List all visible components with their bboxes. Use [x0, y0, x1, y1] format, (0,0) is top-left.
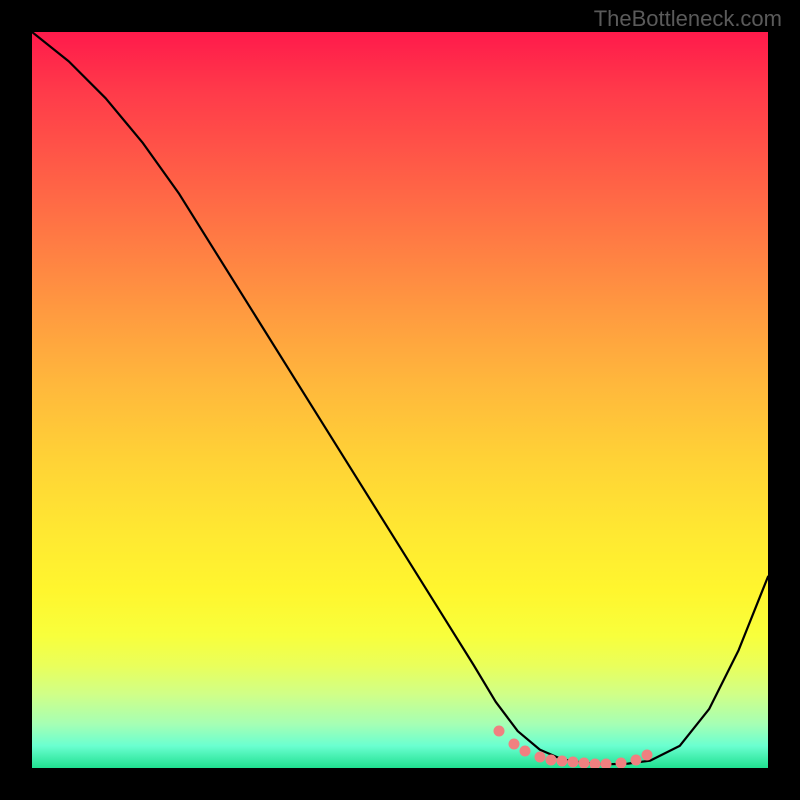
marker-dot [641, 750, 652, 761]
marker-dot [615, 757, 626, 768]
marker-dot [534, 751, 545, 762]
marker-dot [509, 738, 520, 749]
marker-dot [590, 758, 601, 768]
marker-dot [520, 746, 531, 757]
marker-dot [567, 757, 578, 768]
marker-dot [579, 758, 590, 768]
chart-marker-points [32, 32, 768, 768]
marker-dot [545, 754, 556, 765]
marker-dot [494, 726, 505, 737]
watermark-text: TheBottleneck.com [594, 6, 782, 32]
marker-dot [601, 758, 612, 768]
marker-dot [556, 756, 567, 767]
chart-plot-area [32, 32, 768, 768]
marker-dot [630, 754, 641, 765]
